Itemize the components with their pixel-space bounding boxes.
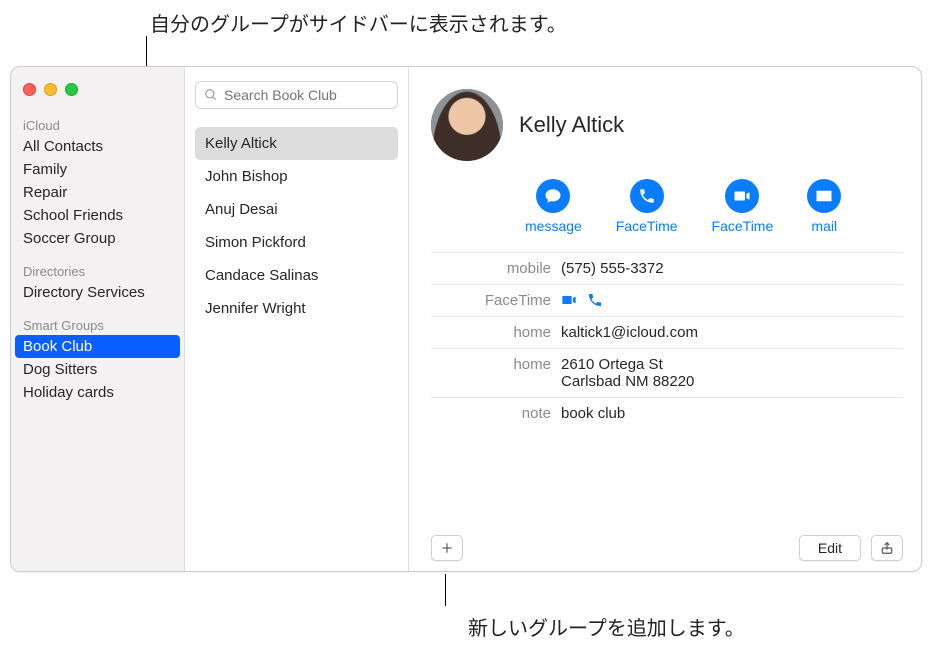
minimize-window-button[interactable] xyxy=(44,83,57,96)
callout-bottom-line xyxy=(445,574,446,606)
field-value[interactable]: (575) 555-3372 xyxy=(561,260,903,277)
sidebar-item-family[interactable]: Family xyxy=(11,158,184,181)
callout-top-text: 自分のグループがサイドバーに表示されます。 xyxy=(150,8,567,37)
contacts-window: iCloud All Contacts Family Repair School… xyxy=(10,66,922,572)
phone-icon xyxy=(638,187,656,205)
contact-fields: mobile (575) 555-3372 FaceTime home kalt… xyxy=(431,252,903,429)
share-button[interactable] xyxy=(871,535,903,561)
sidebar-item-soccer-group[interactable]: Soccer Group xyxy=(11,227,184,250)
contact-name: Kelly Altick xyxy=(519,112,624,138)
action-label: mail xyxy=(811,218,837,234)
facetime-icons xyxy=(561,292,903,309)
share-icon xyxy=(880,541,894,555)
field-label: FaceTime xyxy=(431,292,551,309)
field-facetime: FaceTime xyxy=(431,284,903,316)
video-icon xyxy=(733,187,751,205)
facetime-video-action[interactable]: FaceTime xyxy=(712,179,774,234)
contact-list-column: Kelly Altick John Bishop Anuj Desai Simo… xyxy=(185,67,409,571)
sidebar-section-header: iCloud xyxy=(11,114,184,135)
video-icon[interactable] xyxy=(561,292,577,308)
field-value[interactable]: kaltick1@icloud.com xyxy=(561,324,903,341)
edit-button[interactable]: Edit xyxy=(799,535,861,561)
contact-item[interactable]: Anuj Desai xyxy=(195,193,398,226)
sidebar-item-directory-services[interactable]: Directory Services xyxy=(11,281,184,304)
message-action[interactable]: message xyxy=(525,179,582,234)
contact-item[interactable]: Candace Salinas xyxy=(195,259,398,292)
avatar xyxy=(431,89,503,161)
field-note: note book club xyxy=(431,397,903,429)
contact-list: Kelly Altick John Bishop Anuj Desai Simo… xyxy=(195,127,398,325)
plus-icon xyxy=(440,541,454,555)
sidebar-item-dog-sitters[interactable]: Dog Sitters xyxy=(11,358,184,381)
field-value[interactable]: book club xyxy=(561,405,903,422)
contact-detail: Kelly Altick message FaceTime xyxy=(409,67,921,571)
field-label: mobile xyxy=(431,260,551,277)
contact-item[interactable]: Simon Pickford xyxy=(195,226,398,259)
search-field[interactable] xyxy=(195,81,398,109)
sidebar-section-header: Smart Groups xyxy=(11,314,184,335)
field-label: note xyxy=(431,405,551,422)
sidebar-item-holiday-cards[interactable]: Holiday cards xyxy=(11,381,184,404)
callout-bottom-text: 新しいグループを追加します。 xyxy=(468,612,745,641)
mail-icon xyxy=(815,187,833,205)
field-label: home xyxy=(431,356,551,390)
sidebar-item-all-contacts[interactable]: All Contacts xyxy=(11,135,184,158)
action-label: FaceTime xyxy=(616,218,678,234)
search-icon xyxy=(204,88,218,102)
sidebar-item-school-friends[interactable]: School Friends xyxy=(11,204,184,227)
field-home-address: home 2610 Ortega St Carlsbad NM 88220 xyxy=(431,348,903,397)
field-home-email: home kaltick1@icloud.com xyxy=(431,316,903,348)
contact-actions: message FaceTime FaceTime xyxy=(525,179,903,234)
zoom-window-button[interactable] xyxy=(65,83,78,96)
mail-action[interactable]: mail xyxy=(807,179,841,234)
action-label: FaceTime xyxy=(712,218,774,234)
sidebar-item-book-club[interactable]: Book Club xyxy=(15,335,180,358)
action-label: message xyxy=(525,218,582,234)
search-input[interactable] xyxy=(224,87,389,103)
callout-top-line xyxy=(146,36,147,66)
field-value[interactable]: 2610 Ortega St Carlsbad NM 88220 xyxy=(561,356,903,390)
field-mobile: mobile (575) 555-3372 xyxy=(431,252,903,284)
sidebar: iCloud All Contacts Family Repair School… xyxy=(11,67,185,571)
window-controls xyxy=(11,73,184,114)
phone-icon[interactable] xyxy=(587,292,603,308)
contact-item[interactable]: John Bishop xyxy=(195,160,398,193)
add-button[interactable] xyxy=(431,535,463,561)
field-label: home xyxy=(431,324,551,341)
contact-item[interactable]: Jennifer Wright xyxy=(195,292,398,325)
close-window-button[interactable] xyxy=(23,83,36,96)
sidebar-section-header: Directories xyxy=(11,260,184,281)
detail-bottom-bar: Edit xyxy=(431,535,903,561)
contact-item[interactable]: Kelly Altick xyxy=(195,127,398,160)
facetime-audio-action[interactable]: FaceTime xyxy=(616,179,678,234)
sidebar-item-repair[interactable]: Repair xyxy=(11,181,184,204)
message-icon xyxy=(544,187,562,205)
